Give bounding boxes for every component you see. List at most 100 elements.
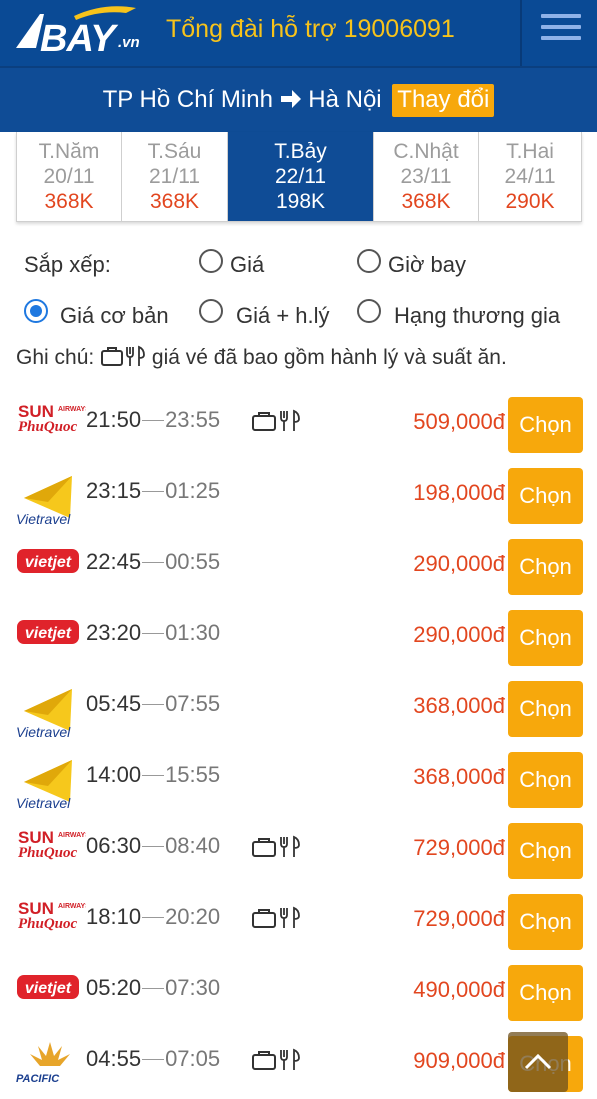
flight-price: 909,000đ [413,1048,505,1073]
fare-basic-radio[interactable] [24,299,48,323]
date-tab[interactable]: T.Hai 24/11 290K [479,132,581,221]
svg-text:Vietravel: Vietravel [16,511,71,527]
note: Ghi chú: giá vé đã bao gồm hành lý và su… [16,345,507,370]
svg-text:PhuQuoc: PhuQuoc [18,916,78,932]
arrival-time: 07:55 [165,691,221,716]
airline-logo: SUNAIRWAYSPhuQuoc [14,894,90,956]
flight-times: 06:30 08:40 [86,833,220,859]
hamburger-menu-icon[interactable] [532,6,592,50]
time-separator [142,633,165,634]
flight-price: 368,000đ [413,693,505,718]
date-tab-day: C.Nhật [393,140,459,163]
flight-row: Vietravel 14:00 15:55 368,000đ Chọn [0,752,597,823]
time-separator [142,846,165,847]
time-separator [142,420,165,421]
sort-price-label[interactable]: Giá [230,252,264,278]
airline-logo: Vietravel [14,752,84,814]
route-to: Hà Nội [308,86,382,113]
fare-business-label[interactable]: Hạng thương gia [394,303,560,329]
arrival-time: 15:55 [165,762,221,787]
select-flight-button[interactable]: Chọn [508,610,583,666]
svg-text:AIRWAYS: AIRWAYS [58,406,86,413]
flight-times: 18:10 20:20 [86,904,220,930]
sort-time-label[interactable]: Giờ bay [388,252,466,278]
flight-row: SUNAIRWAYSPhuQuoc06:3008:40729,000đChọn [0,823,597,894]
logo-suffix: .vn [118,34,140,51]
date-tab-day: T.Bảy [274,140,327,163]
departure-time: 18:10 [86,904,142,929]
arrival-time: 00:55 [165,549,221,574]
time-separator [142,775,165,776]
fare-basic-label[interactable]: Giá cơ bản [60,303,169,329]
flight-times: 05:45 07:55 [86,691,220,717]
date-tab-date: 23/11 [400,165,452,188]
flight-row: Vietravel 05:45 07:55 368,000đ Chọn [0,681,597,752]
arrival-time: 01:30 [165,620,221,645]
select-flight-button[interactable]: Chọn [508,397,583,453]
sort-time-radio[interactable] [357,249,381,273]
airline-logo: PACIFIC [14,1036,84,1098]
airline-logo: Vietravel [14,681,84,743]
fare-baggage-label[interactable]: Giá + h.lý [236,303,330,329]
svg-text:AIRWAYS: AIRWAYS [58,903,86,910]
airline-logo: vietjet [14,965,84,1027]
departure-time: 23:15 [86,478,142,503]
time-separator [142,491,165,492]
flight-price: 290,000đ [413,551,505,576]
date-tabs: T.Năm 20/11 368K T.Sáu 21/11 368K T.Bảy … [16,132,582,222]
note-prefix: Ghi chú: [16,346,95,369]
fare-business-radio[interactable] [357,299,381,323]
date-tab-day: T.Năm [38,140,100,163]
flight-times: 14:00 15:55 [86,762,220,788]
sort-price-radio[interactable] [199,249,223,273]
luggage-meal-icon [252,906,302,930]
departure-time: 21:50 [86,407,142,432]
svg-text:PhuQuoc: PhuQuoc [18,845,78,861]
change-route-button[interactable]: Thay đổi [392,84,495,117]
date-tab-active[interactable]: T.Bảy 22/11 198K [228,132,374,221]
flight-price: 198,000đ [413,480,505,505]
arrival-time: 07:30 [165,975,221,1000]
luggage-meal-icon [252,1048,302,1072]
hotline-text[interactable]: Tổng đài hỗ trợ 19006091 [166,15,455,44]
svg-text:PhuQuoc: PhuQuoc [18,419,78,435]
svg-text:vietjet: vietjet [25,980,72,997]
flight-price: 290,000đ [413,622,505,647]
date-tab[interactable]: T.Sáu 21/11 368K [122,132,228,221]
flight-times: 04:55 07:05 [86,1046,220,1072]
date-tab[interactable]: C.Nhật 23/11 368K [374,132,479,221]
airline-logo: SUNAIRWAYSPhuQuoc [14,823,90,885]
select-flight-button[interactable]: Chọn [508,468,583,524]
departure-time: 04:55 [86,1046,142,1071]
abay-logo[interactable]: BAY .vn [14,4,144,60]
flight-price: 729,000đ [413,835,505,860]
logo-text: BAY [40,18,115,60]
flight-row: vietjet 22:45 00:55 290,000đ Chọn [0,539,597,610]
date-tab-price: 290K [505,190,555,213]
departure-time: 06:30 [86,833,142,858]
flight-times: 23:20 01:30 [86,620,220,646]
select-flight-button[interactable]: Chọn [508,539,583,595]
airline-logo: vietjet [14,539,84,601]
meal-icon [126,345,145,366]
select-flight-button[interactable]: Chọn [508,894,583,950]
select-flight-button[interactable]: Chọn [508,965,583,1021]
date-tab-price: 368K [401,190,451,213]
airline-logo: SUNAIRWAYSPhuQuoc [14,397,90,459]
fare-baggage-radio[interactable] [199,299,223,323]
select-flight-button[interactable]: Chọn [508,681,583,737]
luggage-meal-icon [252,409,302,433]
select-flight-button[interactable]: Chọn [508,823,583,879]
departure-time: 22:45 [86,549,142,574]
select-flight-button[interactable]: Chọn [508,752,583,808]
svg-text:AIRWAYS: AIRWAYS [58,832,86,839]
date-tab-price: 368K [149,190,200,213]
departure-time: 14:00 [86,762,142,787]
svg-text:Vietravel: Vietravel [16,795,71,811]
arrival-time: 01:25 [165,478,221,503]
date-tab[interactable]: T.Năm 20/11 368K [17,132,122,221]
date-tab-price: 368K [44,190,94,213]
flight-price: 368,000đ [413,764,505,789]
scroll-to-top-button[interactable] [508,1032,568,1092]
time-separator [142,1059,165,1060]
